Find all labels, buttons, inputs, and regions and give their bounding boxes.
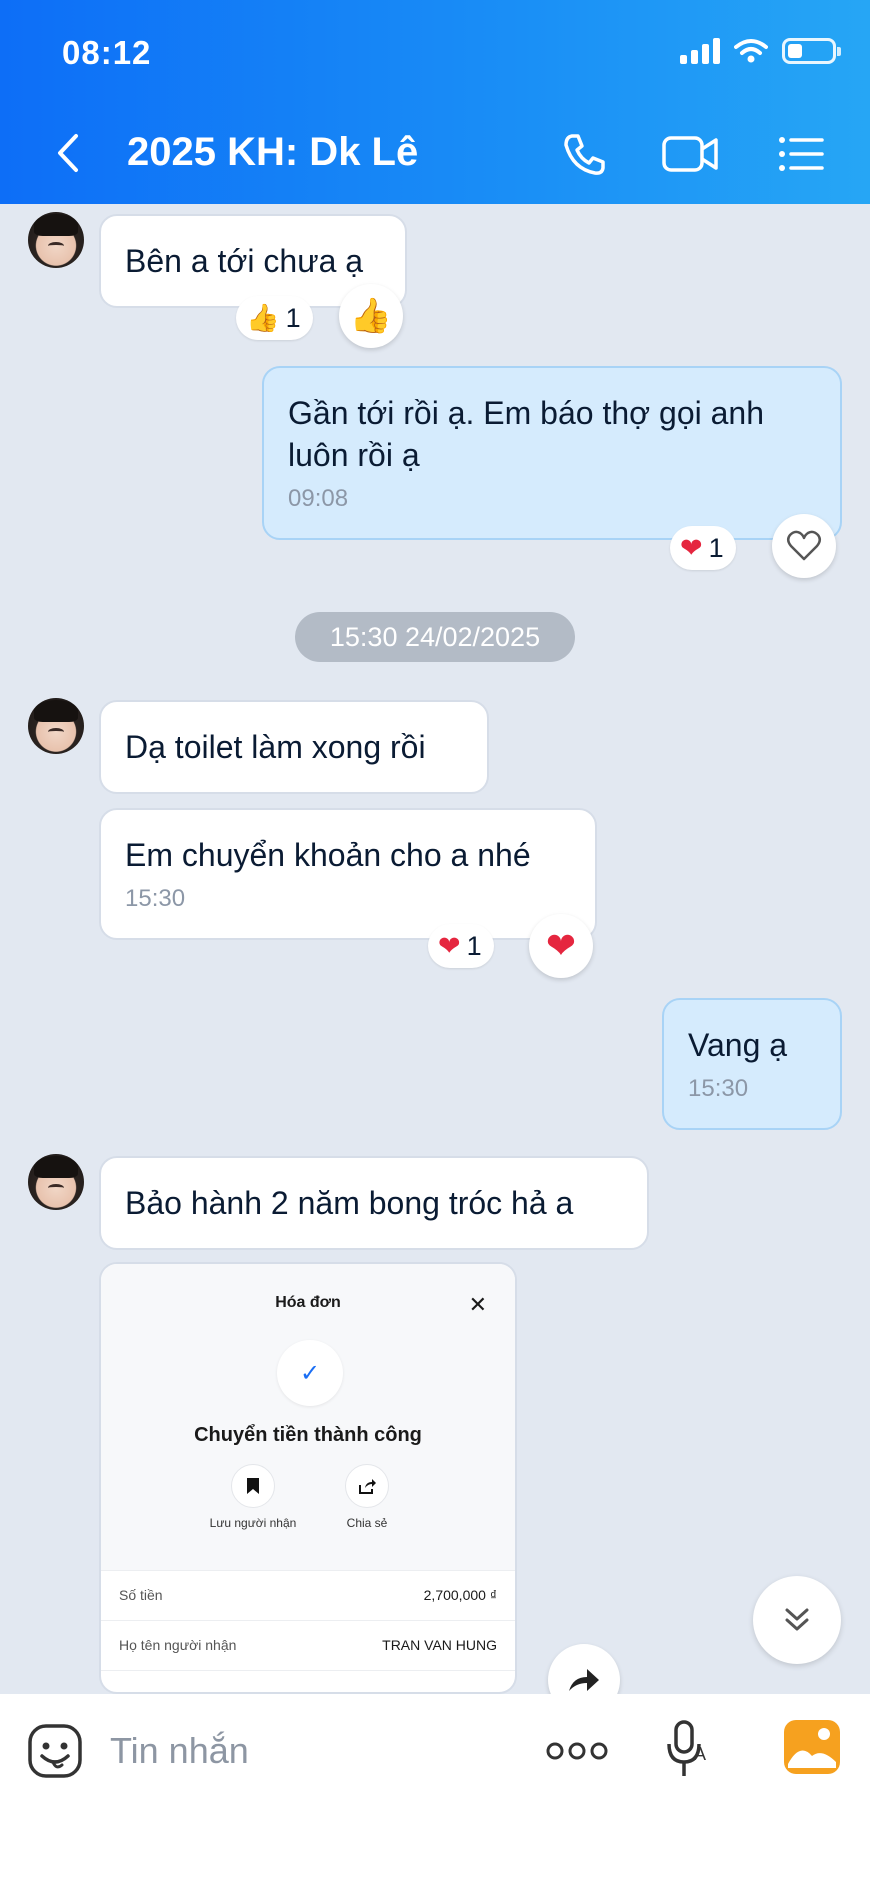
- status-time: 08:12: [62, 34, 152, 71]
- reaction-count: 1: [466, 930, 482, 961]
- voice-to-text-icon[interactable]: A: [664, 1718, 712, 1782]
- receipt-status: Chuyển tiền thành công: [194, 1424, 422, 1446]
- wifi-icon: [734, 39, 768, 63]
- composer-bar: Tin nhắn A: [0, 1694, 870, 1884]
- message-bubble[interactable]: Em chuyển khoản cho a nhé 15:30: [99, 808, 597, 940]
- message-bubble[interactable]: Bảo hành 2 năm bong tróc hả a: [99, 1156, 649, 1250]
- receipt-header: Hóa đơn ✕ ✓ Chuyển tiền thành công Lưu n…: [101, 1264, 515, 1570]
- share-icon: [345, 1464, 389, 1508]
- message-time: 15:30: [125, 885, 186, 912]
- sticker-icon[interactable]: [26, 1722, 84, 1780]
- message-bubble[interactable]: Dạ toilet làm xong rồi: [99, 700, 489, 794]
- message-text: Bảo hành 2 năm bong tróc hả a: [125, 1185, 574, 1221]
- status-icons: [680, 38, 841, 64]
- message-text: Vang ạ: [688, 1027, 788, 1063]
- contact-avatar[interactable]: [28, 212, 84, 268]
- receipt-row-label: Họ tên người nhận: [119, 1637, 237, 1653]
- menu-list-icon[interactable]: [774, 128, 826, 180]
- header-bar: 08:12 2025 KH: Dk Lê: [0, 0, 870, 204]
- message-text: Em chuyển khoản cho a nhé: [125, 837, 531, 873]
- heart-icon: ❤: [545, 925, 577, 966]
- heart-icon: ❤: [438, 930, 461, 961]
- phone-call-icon[interactable]: [558, 128, 610, 180]
- message-text: Dạ toilet làm xong rồi: [125, 729, 426, 765]
- heart-outline-icon: [787, 530, 821, 561]
- gallery-icon[interactable]: [782, 1718, 842, 1776]
- reaction-summary[interactable]: ❤ 1: [670, 526, 736, 570]
- svg-text:A: A: [694, 1744, 706, 1764]
- video-call-icon[interactable]: [660, 128, 722, 180]
- forward-arrow-icon: [569, 1669, 599, 1691]
- share-label: Chia sẻ: [346, 1516, 388, 1530]
- thumbs-up-icon: 👍: [349, 297, 393, 335]
- receipt-image[interactable]: Hóa đơn ✕ ✓ Chuyển tiền thành công Lưu n…: [99, 1262, 517, 1694]
- date-separator: 15:30 24/02/2025: [295, 612, 575, 662]
- message-input[interactable]: Tin nhắn: [110, 1730, 249, 1772]
- share-action: Chia sẻ: [307, 1464, 427, 1530]
- react-button[interactable]: ❤: [529, 914, 593, 978]
- message-time: 09:08: [288, 485, 349, 512]
- receipt-row: Số tiền 2,700,000 ₫: [101, 1570, 515, 1620]
- thumbs-up-icon: 👍: [246, 303, 280, 333]
- bookmark-icon: [231, 1464, 275, 1508]
- message-time: 15:30: [688, 1075, 749, 1102]
- reaction-summary[interactable]: 👍 1: [236, 296, 313, 340]
- contact-avatar[interactable]: [28, 698, 84, 754]
- reaction-count: 1: [708, 532, 724, 563]
- react-button[interactable]: [772, 514, 836, 578]
- save-recipient-action: Lưu người nhận: [193, 1464, 313, 1530]
- reaction-summary[interactable]: ❤ 1: [428, 924, 494, 968]
- close-icon: ✕: [468, 1292, 487, 1317]
- heart-icon: ❤: [680, 532, 703, 563]
- double-chevron-down-icon: [785, 1608, 809, 1631]
- check-icon: ✓: [277, 1340, 343, 1406]
- receipt-title: Hóa đơn: [275, 1294, 341, 1311]
- receipt-row-value: TRAN VAN HUNG: [382, 1637, 497, 1653]
- receipt-row-value: 2,700,000 ₫: [423, 1587, 497, 1603]
- more-options-icon[interactable]: [545, 1736, 609, 1766]
- chat-nav: 2025 KH: Dk Lê: [0, 118, 870, 188]
- scroll-to-bottom-button[interactable]: [753, 1576, 841, 1664]
- receipt-row: Họ tên người nhận TRAN VAN HUNG: [101, 1620, 515, 1670]
- back-icon[interactable]: [50, 130, 90, 176]
- save-recipient-label: Lưu người nhận: [209, 1516, 297, 1530]
- chat-title[interactable]: 2025 KH: Dk Lê: [127, 130, 418, 175]
- message-text: Bên a tới chưa ạ: [125, 243, 364, 279]
- reaction-count: 1: [285, 302, 301, 333]
- react-button[interactable]: 👍: [339, 284, 403, 348]
- message-bubble-mine[interactable]: Gần tới rồi ạ. Em báo thợ gọi anh luôn r…: [262, 366, 842, 540]
- battery-icon: [782, 38, 841, 64]
- receipt-row-label: Số tiền: [119, 1587, 163, 1603]
- message-text: Gần tới rồi ạ. Em báo thợ gọi anh luôn r…: [288, 395, 764, 473]
- cellular-signal-icon: [680, 38, 720, 64]
- contact-avatar[interactable]: [28, 1154, 84, 1210]
- message-bubble-mine[interactable]: Vang ạ 15:30: [662, 998, 842, 1130]
- receipt-row: [101, 1670, 515, 1692]
